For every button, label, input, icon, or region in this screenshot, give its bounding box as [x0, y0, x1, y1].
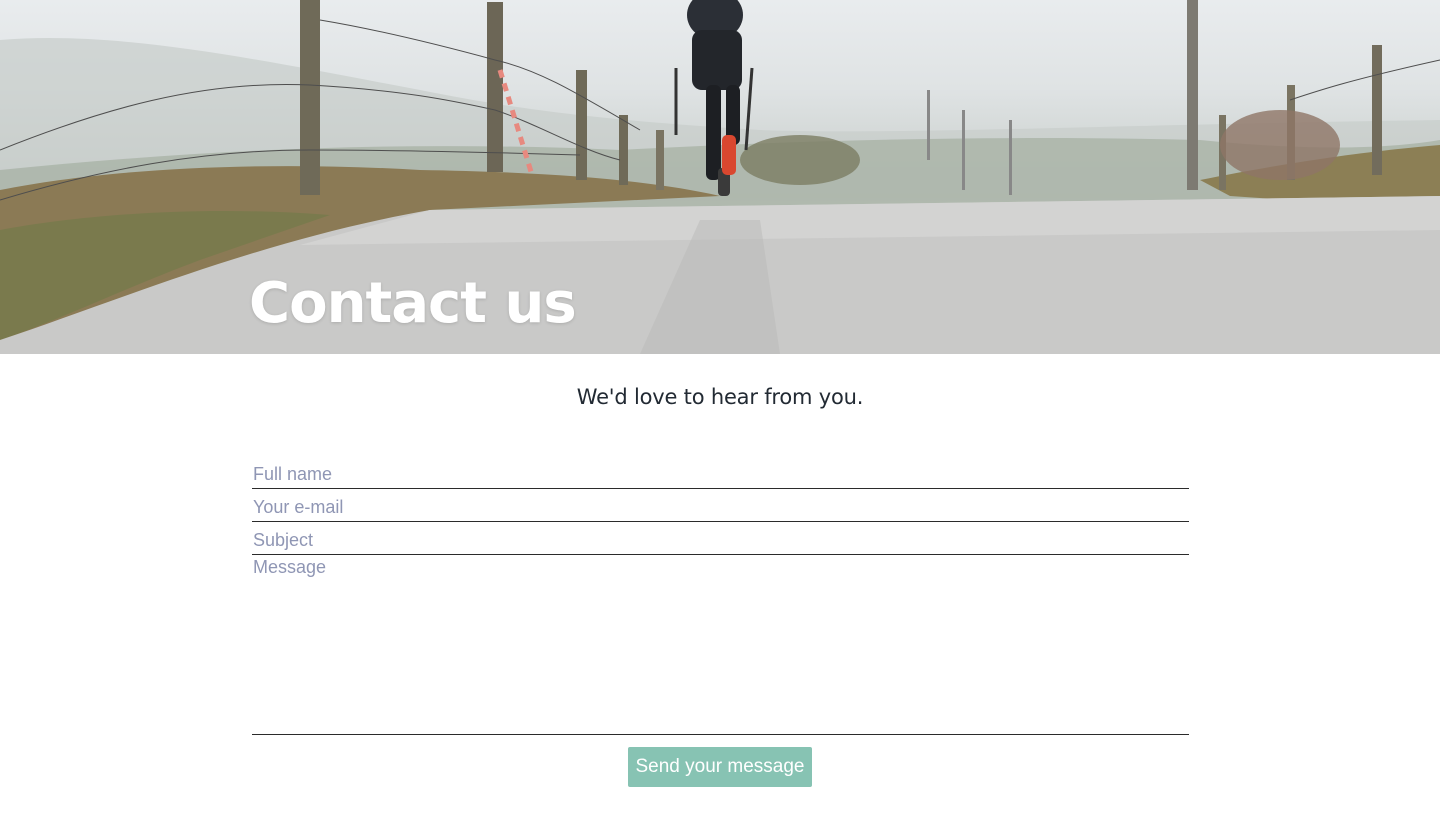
email-field[interactable] — [252, 489, 1189, 522]
message-field[interactable] — [252, 555, 1189, 735]
hero-banner: Contact us — [0, 0, 1440, 354]
subject-field[interactable] — [252, 522, 1189, 555]
send-message-button[interactable]: Send your message — [628, 747, 812, 787]
intro-text: We'd love to hear from you. — [576, 385, 864, 409]
page-title: Contact us — [249, 271, 577, 336]
hero-photo — [0, 0, 1440, 354]
full-name-field[interactable] — [252, 456, 1189, 489]
contact-form — [252, 456, 1189, 735]
